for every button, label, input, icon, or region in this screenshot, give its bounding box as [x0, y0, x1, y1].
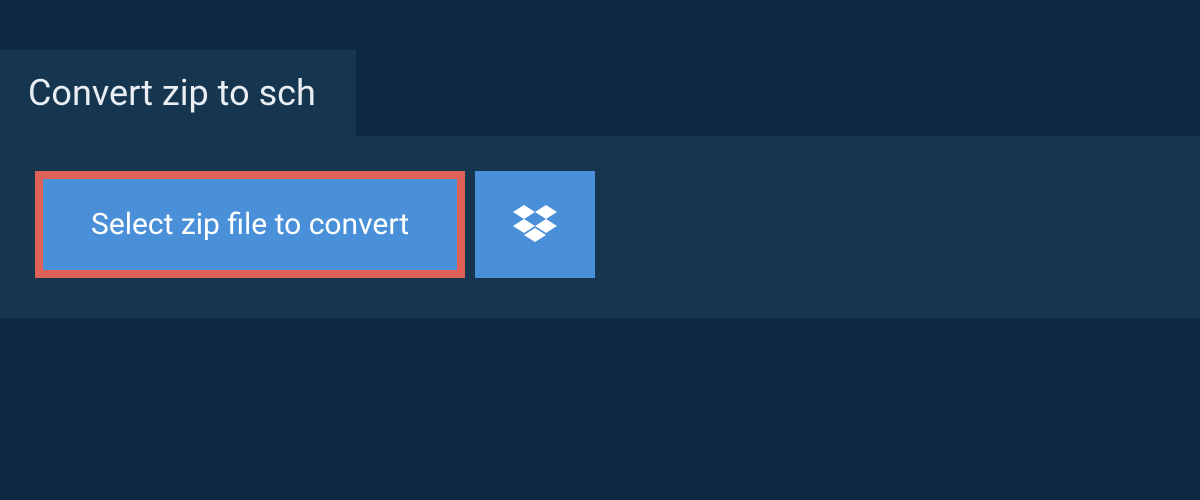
select-file-button[interactable]: Select zip file to convert [35, 171, 465, 278]
page-title: Convert zip to sch [28, 72, 316, 114]
file-select-row: Select zip file to convert [35, 171, 1165, 278]
tab-header: Convert zip to sch [0, 50, 356, 136]
dropbox-icon [513, 205, 557, 245]
content-panel: Select zip file to convert [0, 136, 1200, 318]
select-file-button-label: Select zip file to convert [91, 207, 409, 242]
dropbox-button[interactable] [475, 171, 595, 278]
